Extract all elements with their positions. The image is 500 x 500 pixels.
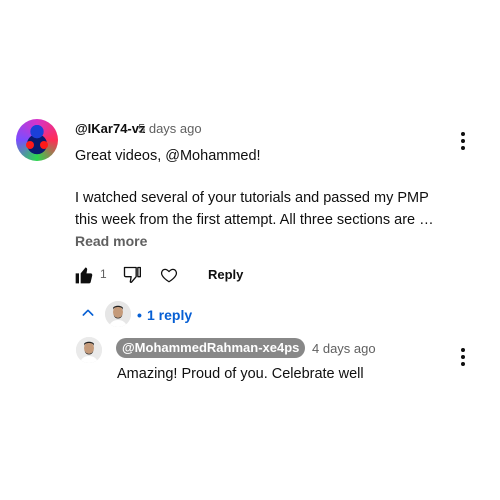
reply-author-chip[interactable]: @MohammedRahman-xe4ps xyxy=(116,338,306,358)
dislike-icon xyxy=(123,266,141,283)
comment-time[interactable]: 5 days ago xyxy=(138,121,202,136)
replies-count-link[interactable]: 1 reply xyxy=(147,307,192,323)
comment-author[interactable]: @IKar74-vz xyxy=(75,121,145,136)
reply-time[interactable]: 4 days ago xyxy=(312,341,376,356)
like-icon xyxy=(75,267,93,284)
read-more-link[interactable]: Read more xyxy=(75,233,147,249)
reply-menu-button[interactable] xyxy=(459,348,467,368)
reply-bullet: • xyxy=(137,307,142,323)
reply-button[interactable]: Reply xyxy=(208,267,243,282)
like-count: 1 xyxy=(100,267,107,281)
dislike-button[interactable] xyxy=(122,265,142,290)
reply-author-avatar[interactable] xyxy=(76,337,102,363)
commenter-avatar[interactable] xyxy=(16,119,58,161)
kebab-menu-icon xyxy=(459,348,467,366)
comment-text-line-1: Great videos, @Mohammed! xyxy=(75,148,261,164)
comment-text-line-2: I watched several of your tutorials and … xyxy=(75,190,429,206)
kebab-menu-icon xyxy=(459,132,467,150)
heart-icon xyxy=(160,268,178,283)
comment-menu-button[interactable] xyxy=(459,132,467,152)
reply-text: Amazing! Proud of you. Celebrate well xyxy=(117,366,364,382)
replies-toggle[interactable] xyxy=(80,305,96,321)
chevron-up-icon xyxy=(82,309,94,316)
reply-preview-avatar xyxy=(105,301,131,327)
like-button[interactable] xyxy=(74,265,94,290)
comment-text-line-3: this week from the first attempt. All th… xyxy=(75,212,434,228)
heart-button[interactable] xyxy=(160,266,178,289)
